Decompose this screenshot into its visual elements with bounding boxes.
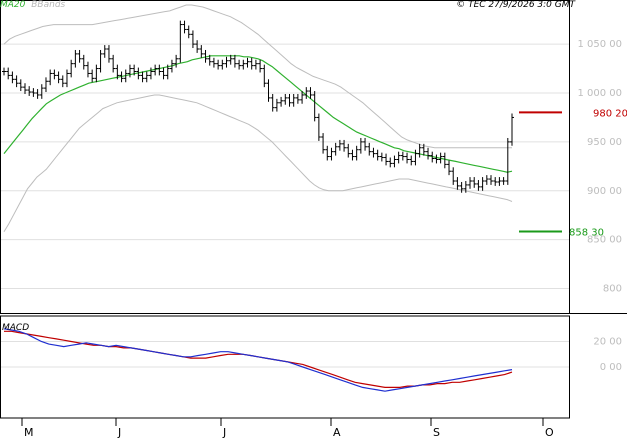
x-tick-label: O: [545, 426, 554, 439]
x-tick-label: S: [433, 426, 440, 439]
macd-y-tick-label: 0 00: [600, 362, 622, 373]
price-panel-frame: [0, 0, 570, 314]
x-tick-label: J: [117, 426, 121, 439]
bb-upper-line: [3, 4, 512, 149]
y-tick-label: 1 050 00: [577, 39, 622, 50]
copyright: © TEC 27/9/2026 3:0 GMT: [456, 0, 575, 10]
legend-bbands: BBands: [31, 0, 66, 10]
legend: MA20 BBands: [0, 0, 65, 10]
bb-lower-line: [3, 94, 513, 233]
macd-title: MACD: [2, 323, 30, 333]
x-tick-label: M: [24, 426, 34, 439]
macd-y-tick-label: 20 00: [593, 337, 622, 348]
macd-line: [3, 328, 513, 392]
support-label: 858 30: [569, 228, 604, 239]
chart-svg: 800850 00900 00950 001 000 001 050 000 0…: [0, 0, 627, 439]
x-tick-label: J: [222, 426, 226, 439]
y-tick-label: 900 00: [587, 186, 622, 197]
y-tick-label: 950 00: [587, 137, 622, 148]
x-tick-label: A: [333, 426, 341, 439]
resistance-label: 980 20: [593, 108, 627, 119]
macd-signal-line: [4, 330, 513, 388]
legend-ma20: MA20: [0, 0, 26, 10]
ma20-line: [3, 55, 513, 173]
y-tick-label: 800: [603, 284, 622, 295]
chart: 800 850 00 900 00 950 00 1 000 00 1 050 00 0 0…: [0, 0, 627, 440]
y-tick-label: 1 000 00: [577, 88, 622, 99]
